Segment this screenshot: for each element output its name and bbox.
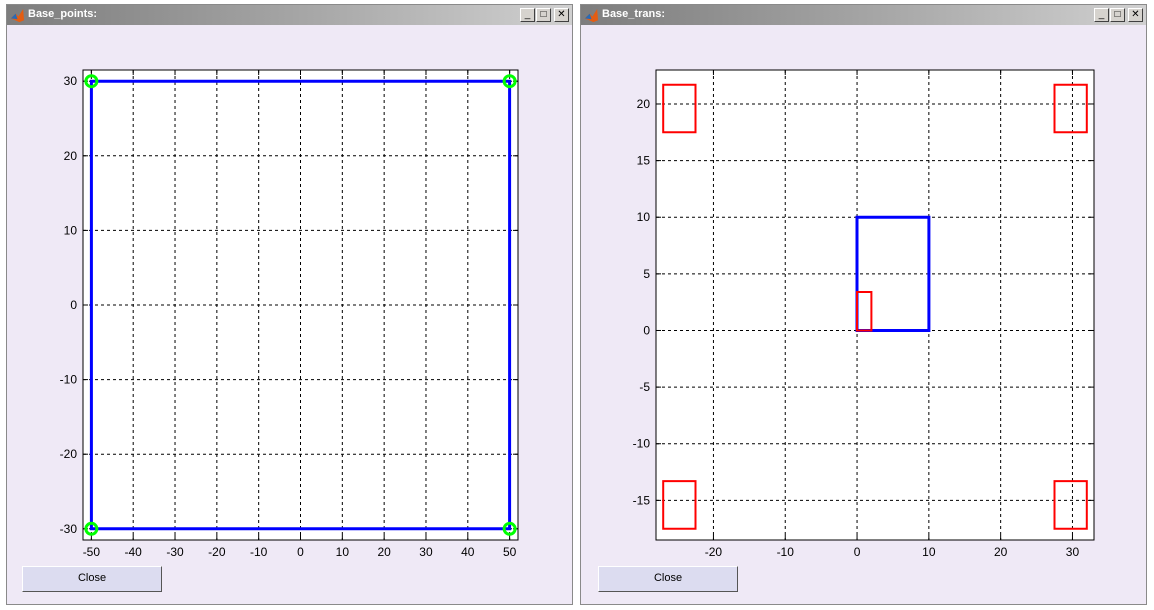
x-tick-label: 0: [854, 545, 861, 559]
x-tick-label: 0: [297, 545, 304, 559]
x-tick-label: -10: [777, 545, 795, 559]
x-tick-label: -30: [166, 545, 184, 559]
y-tick-label: 10: [637, 210, 651, 224]
y-tick-label: 20: [64, 149, 78, 163]
plot-area: [656, 70, 1094, 540]
y-tick-label: -10: [60, 373, 78, 387]
x-tick-label: -20: [705, 545, 723, 559]
x-tick-label: -40: [125, 545, 143, 559]
x-tick-label: 10: [336, 545, 350, 559]
x-tick-label: -50: [83, 545, 101, 559]
y-tick-label: 0: [643, 323, 650, 337]
x-tick-label: 40: [461, 545, 475, 559]
x-tick-label: 50: [503, 545, 517, 559]
x-tick-label: 20: [377, 545, 391, 559]
y-tick-label: 30: [64, 74, 78, 88]
y-tick-label: 20: [637, 97, 651, 111]
y-tick-label: 15: [637, 154, 651, 168]
x-tick-label: 30: [1066, 545, 1080, 559]
x-tick-label: 20: [994, 545, 1008, 559]
x-tick-label: 30: [419, 545, 433, 559]
x-tick-label: -10: [250, 545, 268, 559]
figure-window-base-points: Base_points: _ □ ✕ -50 -40 -30 -20 -10 0 10 20 3…: [6, 4, 573, 605]
y-tick-label: 0: [70, 298, 77, 312]
x-tick-label: 10: [922, 545, 936, 559]
y-tick-label: 5: [643, 267, 650, 281]
y-tick-label: -5: [639, 380, 650, 394]
x-tick-label: -20: [208, 545, 226, 559]
y-tick-label: -20: [60, 447, 78, 461]
figure-window-base-trans: Base_trans: _ □ ✕ -20 -10 0 10 20 30 -15 -10 -5 0…: [580, 4, 1147, 605]
plot-axes[interactable]: -50 -40 -30 -20 -10 0 10 20 30 40 50 -30 -20 -10 0 10 20…: [7, 5, 572, 604]
y-tick-label: -10: [633, 437, 651, 451]
close-button[interactable]: Close: [22, 566, 162, 592]
y-tick-label: -30: [60, 522, 78, 536]
plot-axes[interactable]: -20 -10 0 10 20 30 -15 -10 -5 0 5 10 15 20: [581, 5, 1146, 604]
close-button[interactable]: Close: [598, 566, 738, 592]
y-tick-label: 10: [64, 223, 78, 237]
y-tick-label: -15: [633, 493, 651, 507]
